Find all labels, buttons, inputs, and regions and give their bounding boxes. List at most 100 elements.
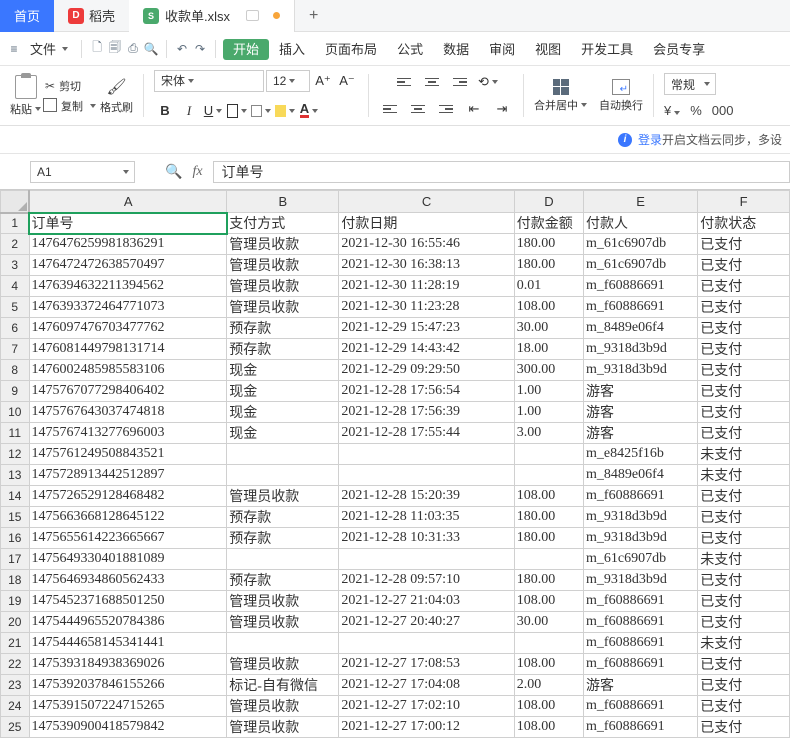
cell-C23[interactable]: 2021-12-27 17:04:08 — [339, 675, 514, 696]
decrease-indent-button[interactable]: ⇤ — [463, 98, 485, 120]
cell-E16[interactable]: m_9318d3b9d — [584, 528, 698, 549]
cell-D3[interactable]: 180.00 — [514, 255, 583, 276]
cell-D6[interactable]: 30.00 — [514, 318, 583, 339]
save-icon[interactable]: 🗋 — [89, 41, 105, 57]
row-header-22[interactable]: 22 — [1, 654, 30, 675]
cell-F2[interactable]: 已支付 — [698, 234, 790, 255]
underline-button[interactable]: U — [202, 100, 224, 122]
wrap-icon[interactable] — [612, 79, 630, 95]
font-name-select[interactable]: 宋体 — [154, 70, 264, 92]
cell-B3[interactable]: 管理员收款 — [227, 255, 339, 276]
row-header-8[interactable]: 8 — [1, 360, 30, 381]
row-header-10[interactable]: 10 — [1, 402, 30, 423]
row-header-18[interactable]: 18 — [1, 570, 30, 591]
increase-indent-button[interactable]: ⇥ — [491, 98, 513, 120]
cell-F22[interactable]: 已支付 — [698, 654, 790, 675]
cell-D4[interactable]: 0.01 — [514, 276, 583, 297]
align-top-button[interactable] — [393, 71, 415, 93]
cell-A3[interactable]: 1476472472638570497 — [29, 255, 227, 276]
row-header-17[interactable]: 17 — [1, 549, 30, 570]
cell-A6[interactable]: 1476097476703477762 — [29, 318, 227, 339]
row-header-15[interactable]: 15 — [1, 507, 30, 528]
row-header-20[interactable]: 20 — [1, 612, 30, 633]
cell-D1[interactable]: 付款金额 — [514, 213, 583, 234]
formula-input[interactable]: 订单号 — [213, 161, 790, 183]
cell-B20[interactable]: 管理员收款 — [227, 612, 339, 633]
row-header-7[interactable]: 7 — [1, 339, 30, 360]
cell-B15[interactable]: 预存款 — [227, 507, 339, 528]
cell-B4[interactable]: 管理员收款 — [227, 276, 339, 297]
cell-C17[interactable] — [339, 549, 514, 570]
cell-F20[interactable]: 已支付 — [698, 612, 790, 633]
cell-D9[interactable]: 1.00 — [514, 381, 583, 402]
cell-B16[interactable]: 预存款 — [227, 528, 339, 549]
cell-B23[interactable]: 标记-自有微信 — [227, 675, 339, 696]
cell-D19[interactable]: 108.00 — [514, 591, 583, 612]
cell-F8[interactable]: 已支付 — [698, 360, 790, 381]
row-header-19[interactable]: 19 — [1, 591, 30, 612]
align-right-button[interactable] — [435, 98, 457, 120]
cell-F6[interactable]: 已支付 — [698, 318, 790, 339]
cell-D10[interactable]: 1.00 — [514, 402, 583, 423]
cell-D18[interactable]: 180.00 — [514, 570, 583, 591]
cell-D11[interactable]: 3.00 — [514, 423, 583, 444]
cell-B8[interactable]: 现金 — [227, 360, 339, 381]
row-header-24[interactable]: 24 — [1, 696, 30, 717]
merge-center-button[interactable]: 合并居中 — [534, 97, 587, 113]
brush-icon[interactable] — [106, 77, 126, 97]
cell-B21[interactable] — [227, 633, 339, 654]
cell-C18[interactable]: 2021-12-28 09:57:10 — [339, 570, 514, 591]
cell-E20[interactable]: m_f60886691 — [584, 612, 698, 633]
cell-C20[interactable]: 2021-12-27 20:40:27 — [339, 612, 514, 633]
cell-A13[interactable]: 1475728913442512897 — [29, 465, 227, 486]
cell-E24[interactable]: m_f60886691 — [584, 696, 698, 717]
cell-C11[interactable]: 2021-12-28 17:55:44 — [339, 423, 514, 444]
cell-C13[interactable] — [339, 465, 514, 486]
cell-C8[interactable]: 2021-12-29 09:29:50 — [339, 360, 514, 381]
row-header-9[interactable]: 9 — [1, 381, 30, 402]
cell-A23[interactable]: 1475392037846155266 — [29, 675, 227, 696]
cell-F25[interactable]: 已支付 — [698, 717, 790, 738]
paste-button[interactable]: 粘贴 — [10, 101, 41, 117]
cell-B13[interactable] — [227, 465, 339, 486]
font-size-select[interactable]: 12 — [266, 70, 310, 92]
row-header-3[interactable]: 3 — [1, 255, 30, 276]
cell-B22[interactable]: 管理员收款 — [227, 654, 339, 675]
cell-A20[interactable]: 1475444965520784386 — [29, 612, 227, 633]
cell-E2[interactable]: m_61c6907db — [584, 234, 698, 255]
cell-C4[interactable]: 2021-12-30 11:28:19 — [339, 276, 514, 297]
cell-F15[interactable]: 已支付 — [698, 507, 790, 528]
cell-C10[interactable]: 2021-12-28 17:56:39 — [339, 402, 514, 423]
cell-C24[interactable]: 2021-12-27 17:02:10 — [339, 696, 514, 717]
undo-icon[interactable]: ↶ — [174, 41, 190, 57]
row-header-12[interactable]: 12 — [1, 444, 30, 465]
increase-font-icon[interactable]: A⁺ — [312, 70, 334, 92]
cell-E12[interactable]: m_e8425f16b — [584, 444, 698, 465]
spreadsheet-grid[interactable]: ABCDEF1订单号支付方式付款日期付款金额付款人付款状态21476476259… — [0, 190, 790, 738]
cell-F21[interactable]: 未支付 — [698, 633, 790, 654]
name-box[interactable]: A1 — [30, 161, 135, 183]
cell-D24[interactable]: 108.00 — [514, 696, 583, 717]
cell-F3[interactable]: 已支付 — [698, 255, 790, 276]
cell-D17[interactable] — [514, 549, 583, 570]
cell-C5[interactable]: 2021-12-30 11:23:28 — [339, 297, 514, 318]
cell-B18[interactable]: 预存款 — [227, 570, 339, 591]
row-header-2[interactable]: 2 — [1, 234, 30, 255]
menu-tab-8[interactable]: 会员专享 — [643, 38, 715, 61]
col-header-B[interactable]: B — [227, 191, 339, 213]
cell-F23[interactable]: 已支付 — [698, 675, 790, 696]
file-tab[interactable]: S 收款单.xlsx — [129, 0, 295, 32]
cell-F5[interactable]: 已支付 — [698, 297, 790, 318]
menu-tab-5[interactable]: 审阅 — [479, 38, 525, 61]
cell-F12[interactable]: 未支付 — [698, 444, 790, 465]
save-as-icon[interactable]: 🗐 — [107, 41, 123, 57]
cell-D23[interactable]: 2.00 — [514, 675, 583, 696]
sync-login-link[interactable]: 登录 — [638, 133, 662, 147]
cell-C25[interactable]: 2021-12-27 17:00:12 — [339, 717, 514, 738]
cell-E6[interactable]: m_8489e06f4 — [584, 318, 698, 339]
cell-D20[interactable]: 30.00 — [514, 612, 583, 633]
align-left-button[interactable] — [379, 98, 401, 120]
italic-button[interactable]: I — [178, 100, 200, 122]
row-header-11[interactable]: 11 — [1, 423, 30, 444]
cell-C9[interactable]: 2021-12-28 17:56:54 — [339, 381, 514, 402]
